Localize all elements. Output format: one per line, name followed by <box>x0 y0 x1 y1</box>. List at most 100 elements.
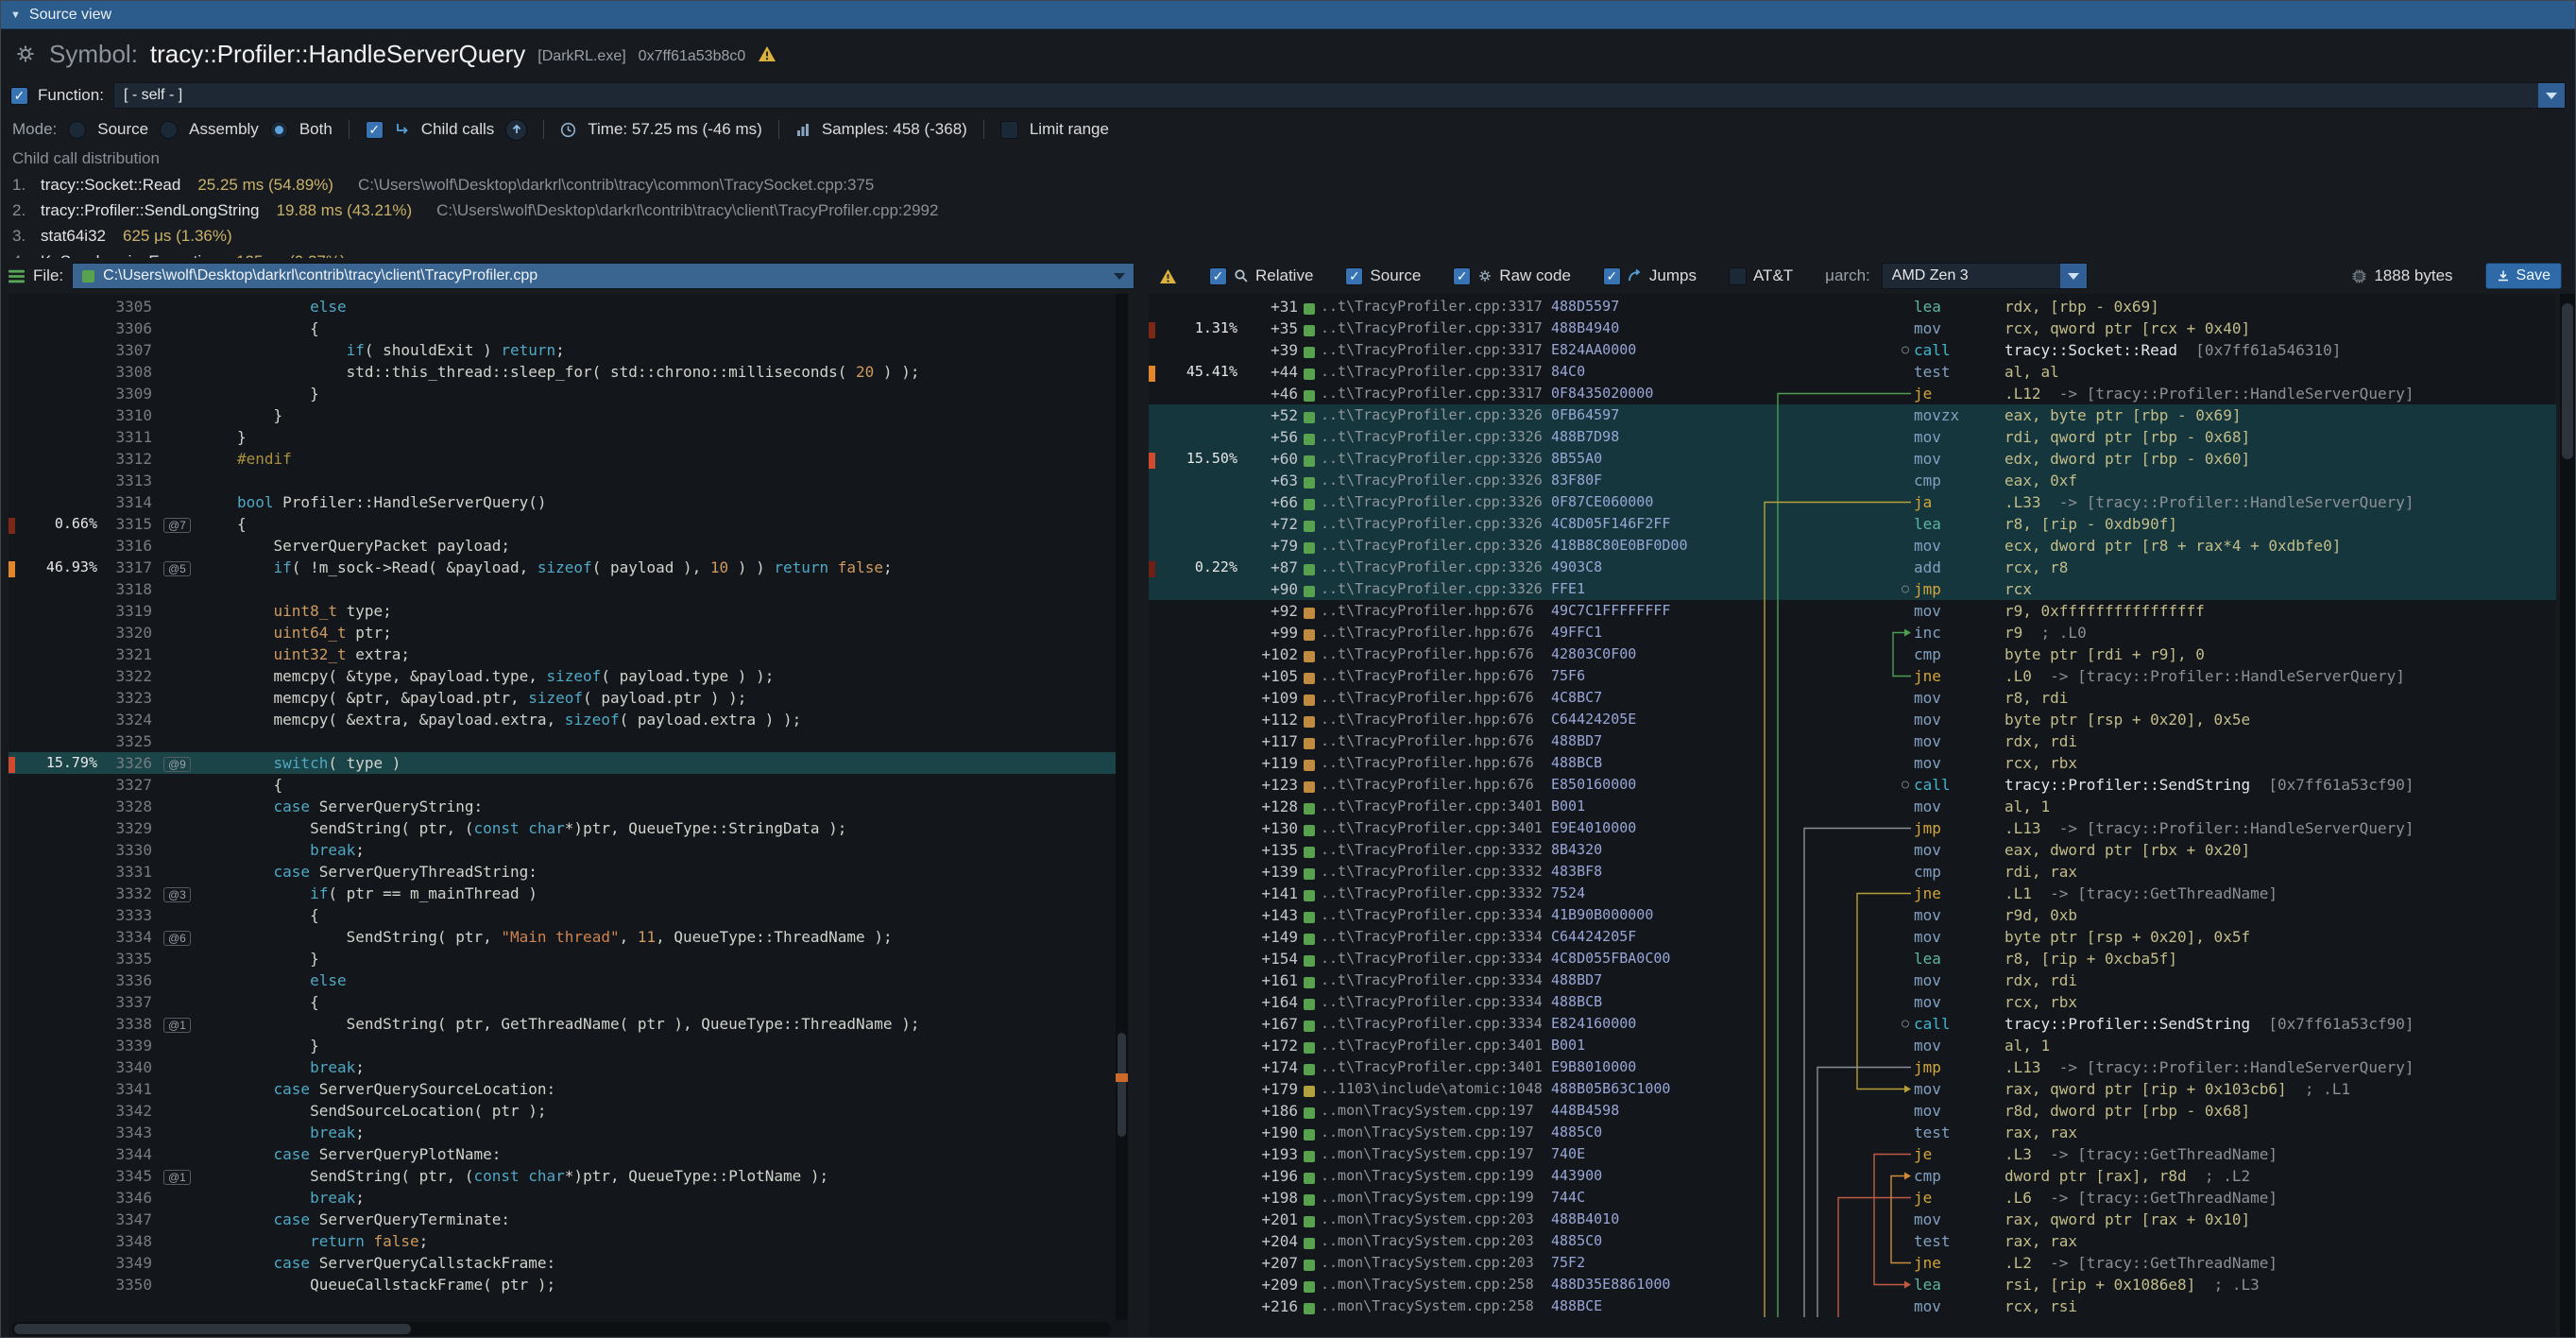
source-line[interactable]: 3305 else <box>9 296 1128 317</box>
radio-both[interactable] <box>270 121 288 139</box>
radio-source[interactable] <box>68 121 86 139</box>
source-line[interactable]: 3347 case ServerQueryTerminate: <box>9 1209 1128 1230</box>
source-line[interactable]: 3335 } <box>9 948 1128 969</box>
source-line[interactable]: 3319 uint8_t type; <box>9 600 1128 622</box>
assembly-row[interactable]: +92..t\TracyProfiler.hpp:67649C7C1FFFFFF… <box>1149 600 2556 622</box>
source-line[interactable]: 3318 <box>9 578 1128 600</box>
radio-assembly-label[interactable]: Assembly <box>189 120 259 139</box>
assembly-row[interactable]: +102..t\TracyProfiler.hpp:67642803C0F00c… <box>1149 643 2556 665</box>
source-vscrollbar-thumb[interactable] <box>1117 1033 1126 1137</box>
child-call-entry[interactable]: 4.KeSynchronizeExecution125 μs (0.27%) <box>12 249 2575 258</box>
child-calls-checkbox[interactable]: ✓ <box>366 121 384 139</box>
source-label[interactable]: Source <box>1370 266 1421 285</box>
radio-source-label[interactable]: Source <box>97 120 148 139</box>
source-vscrollbar[interactable] <box>1116 294 1128 1320</box>
source-line[interactable]: 3321 uint32_t extra; <box>9 643 1128 665</box>
assembly-row[interactable]: +31..t\TracyProfiler.cpp:3317488D5597lea… <box>1149 296 2556 317</box>
assembly-row[interactable]: +193..mon\TracySystem.cpp:197740Eje.L3 -… <box>1149 1143 2556 1165</box>
source-line[interactable]: 3344 case ServerQueryPlotName: <box>9 1143 1128 1165</box>
source-line[interactable]: 0.66%3315@7{ <box>9 513 1128 535</box>
source-line[interactable]: 3307 if( shouldExit ) return; <box>9 339 1128 361</box>
source-line[interactable]: 3334@6 SendString( ptr, "Main thread", 1… <box>9 926 1128 948</box>
assembly-row[interactable]: +66..t\TracyProfiler.cpp:33260F87CE06000… <box>1149 491 2556 513</box>
uarch-combo[interactable]: AMD Zen 3 <box>1882 263 2088 289</box>
source-line[interactable]: 15.79%3326@9 switch( type ) <box>9 752 1128 774</box>
assembly-row[interactable]: +167..t\TracyProfiler.cpp:3334E824160000… <box>1149 1013 2556 1035</box>
source-line[interactable]: 3306 { <box>9 317 1128 339</box>
att-checkbox[interactable]: ✓ <box>1729 267 1747 285</box>
assembly-row[interactable]: +204..mon\TracySystem.cpp:2034885C0testr… <box>1149 1230 2556 1252</box>
function-combo-arrow[interactable] <box>2538 83 2565 108</box>
assembly-row[interactable]: +172..t\TracyProfiler.cpp:3401B001moval,… <box>1149 1035 2556 1056</box>
assembly-row[interactable]: +112..t\TracyProfiler.hpp:676C64424205Em… <box>1149 709 2556 730</box>
assembly-row[interactable]: +99..t\TracyProfiler.hpp:67649FFC1incr9 … <box>1149 622 2556 643</box>
raw-code-checkbox[interactable]: ✓ <box>1453 267 1471 285</box>
source-line[interactable]: 3331 case ServerQueryThreadString: <box>9 861 1128 883</box>
source-line[interactable]: 3338@1 SendString( ptr, GetThreadName( p… <box>9 1013 1128 1035</box>
source-line[interactable]: 3329 SendString( ptr, (const char*)ptr, … <box>9 817 1128 839</box>
source-line[interactable]: 3332@3 if( ptr == m_mainThread ) <box>9 883 1128 904</box>
assembly-row[interactable]: +79..t\TracyProfiler.cpp:3326418B8C80E0B… <box>1149 535 2556 557</box>
source-line[interactable]: 3336 else <box>9 969 1128 991</box>
source-line[interactable]: 3325 <box>9 730 1128 752</box>
source-line[interactable]: 3333 { <box>9 904 1128 926</box>
assembly-row[interactable]: +190..mon\TracySystem.cpp:1974885C0testr… <box>1149 1122 2556 1143</box>
source-line[interactable]: 3313 <box>9 470 1128 491</box>
assembly-row[interactable]: +72..t\TracyProfiler.cpp:33264C8D05F146F… <box>1149 513 2556 535</box>
source-line[interactable]: 3316 ServerQueryPacket payload; <box>9 535 1128 557</box>
assembly-row[interactable]: +154..t\TracyProfiler.cpp:33344C8D055FBA… <box>1149 948 2556 969</box>
att-label[interactable]: AT&T <box>1753 266 1793 285</box>
source-line[interactable]: 3314bool Profiler::HandleServerQuery() <box>9 491 1128 513</box>
assembly-row[interactable]: +128..t\TracyProfiler.cpp:3401B001moval,… <box>1149 796 2556 817</box>
file-list-icon[interactable] <box>9 269 25 283</box>
relative-checkbox[interactable]: ✓ <box>1209 267 1227 285</box>
jumps-label[interactable]: Jumps <box>1649 266 1697 285</box>
assembly-row[interactable]: +46..t\TracyProfiler.cpp:33170F843502000… <box>1149 383 2556 404</box>
source-hscrollbar[interactable] <box>12 1322 1111 1336</box>
assembly-row[interactable]: 15.50%+60..t\TracyProfiler.cpp:33268B55A… <box>1149 448 2556 470</box>
assembly-row[interactable]: 45.41%+44..t\TracyProfiler.cpp:331784C0t… <box>1149 361 2556 383</box>
relative-label[interactable]: Relative <box>1255 266 1313 285</box>
file-combo[interactable]: C:\Users\wolf\Desktop\darkrl\contrib\tra… <box>72 263 1134 289</box>
assembly-row[interactable]: +149..t\TracyProfiler.cpp:3334C64424205F… <box>1149 926 2556 948</box>
assembly-row[interactable]: +119..t\TracyProfiler.hpp:676488BCBmovrc… <box>1149 752 2556 774</box>
source-line[interactable]: 3328 case ServerQueryString: <box>9 796 1128 817</box>
child-call-entry[interactable]: 2.tracy::Profiler::SendLongString19.88 m… <box>12 197 2575 223</box>
uarch-combo-arrow[interactable] <box>2060 264 2087 288</box>
child-calls-label[interactable]: Child calls <box>421 120 494 139</box>
assembly-row[interactable]: +56..t\TracyProfiler.cpp:3326488B7D98mov… <box>1149 426 2556 448</box>
source-line[interactable]: 3348 return false; <box>9 1230 1128 1252</box>
assembly-row[interactable]: +161..t\TracyProfiler.cpp:3334488BD7movr… <box>1149 969 2556 991</box>
assembly-row[interactable]: +123..t\TracyProfiler.hpp:676E850160000c… <box>1149 774 2556 796</box>
source-line[interactable]: 3337 { <box>9 991 1128 1013</box>
assembly-row[interactable]: +209..mon\TracySystem.cpp:258488D35E8861… <box>1149 1274 2556 1295</box>
source-line[interactable]: 3339 } <box>9 1035 1128 1056</box>
source-line[interactable]: 3311} <box>9 426 1128 448</box>
pane-divider[interactable] <box>1128 294 1149 1338</box>
radio-both-label[interactable]: Both <box>299 120 333 139</box>
limit-range-label[interactable]: Limit range <box>1030 120 1109 139</box>
source-line[interactable]: 3323 memcpy( &ptr, &payload.ptr, sizeof(… <box>9 687 1128 709</box>
source-line[interactable]: 46.93%3317@5 if( !m_sock->Read( &payload… <box>9 557 1128 578</box>
source-line[interactable]: 3308 std::this_thread::sleep_for( std::c… <box>9 361 1128 383</box>
assembly-row[interactable]: +63..t\TracyProfiler.cpp:332683F80Fcmpea… <box>1149 470 2556 491</box>
file-combo-arrow[interactable] <box>1114 273 1125 280</box>
radio-assembly[interactable] <box>160 121 178 139</box>
jumps-checkbox[interactable]: ✓ <box>1603 267 1621 285</box>
source-line[interactable]: 3346 break; <box>9 1187 1128 1209</box>
assembly-row[interactable]: +141..t\TracyProfiler.cpp:33327524jne.L1… <box>1149 883 2556 904</box>
assembly-row[interactable]: +117..t\TracyProfiler.hpp:676488BD7movrd… <box>1149 730 2556 752</box>
assembly-row[interactable]: +135..t\TracyProfiler.cpp:33328B4320move… <box>1149 839 2556 861</box>
source-line[interactable]: 3309 } <box>9 383 1128 404</box>
assembly-row[interactable]: 1.31%+35..t\TracyProfiler.cpp:3317488B49… <box>1149 317 2556 339</box>
assembly-row[interactable]: +196..mon\TracySystem.cpp:199443900cmpdw… <box>1149 1165 2556 1187</box>
assembly-row[interactable]: +198..mon\TracySystem.cpp:199744Cje.L6 -… <box>1149 1187 2556 1209</box>
function-checkbox[interactable]: ✓ <box>10 87 28 105</box>
assembly-row[interactable]: +186..mon\TracySystem.cpp:197448B4598mov… <box>1149 1100 2556 1122</box>
assembly-row[interactable]: +207..mon\TracySystem.cpp:20375F2jne.L2 … <box>1149 1252 2556 1274</box>
source-line[interactable]: 3342 SendSourceLocation( ptr ); <box>9 1100 1128 1122</box>
source-checkbox[interactable]: ✓ <box>1345 267 1363 285</box>
propagate-inlines-button[interactable] <box>505 119 527 141</box>
assembly-row[interactable]: +216..mon\TracySystem.cpp:258488BCEmovrc… <box>1149 1295 2556 1317</box>
assembly-row[interactable]: +201..mon\TracySystem.cpp:203488B4010mov… <box>1149 1209 2556 1230</box>
